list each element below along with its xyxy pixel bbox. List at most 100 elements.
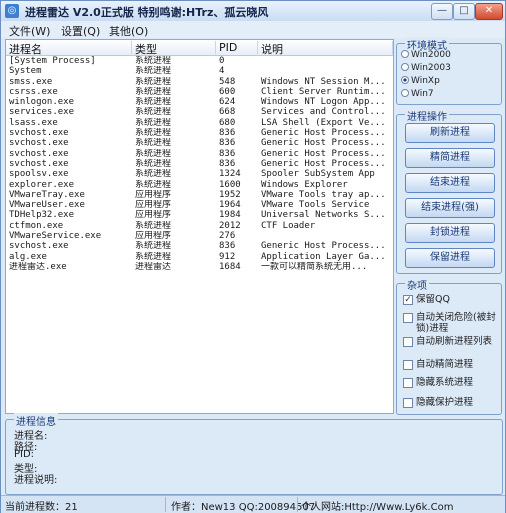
process-info-title: 进程信息	[14, 413, 58, 428]
cell-pid: 912	[219, 251, 236, 262]
table-row[interactable]: csrss.exe 系统进程 600 Client Server Runtim...	[6, 87, 393, 97]
cell-pid: 1684	[219, 261, 241, 272]
env-option-win2003[interactable]: Win2003	[401, 63, 451, 73]
column-header-name[interactable]: 进程名	[6, 41, 132, 56]
cell-type: 系统进程	[135, 138, 172, 149]
table-row[interactable]: TDHelp32.exe 应用程序 1984 Universal Networks S…	[6, 210, 393, 220]
cell-pid: 836	[219, 138, 236, 149]
table-row[interactable]: VMwareUser.exe 应用程序 1964 VMware Tools Servi…	[6, 200, 393, 210]
cell-pid: 548	[219, 76, 236, 87]
checkbox-label: 保留QQ	[416, 294, 450, 305]
column-header-type[interactable]: 类型	[132, 41, 216, 56]
cell-type: 系统进程	[135, 56, 172, 66]
process-info-group: 进程信息 进程名: 路径: PID: 类型: 进程说明:	[5, 413, 503, 495]
cell-type: 系统进程	[135, 220, 172, 231]
cell-description: Generic Host Process...	[261, 158, 386, 169]
cell-type: 应用程序	[135, 189, 172, 200]
table-row[interactable]: VMwareTray.exe 应用程序 1952 VMware Tools tray …	[6, 190, 393, 200]
cell-description: Services and Control...	[261, 107, 386, 118]
maximize-button[interactable]: □	[453, 3, 475, 20]
misc-group-title: 杂项	[405, 277, 429, 292]
cell-type: 系统进程	[135, 107, 172, 118]
checkbox-icon	[403, 398, 413, 408]
end-process-button[interactable]: 结束进程	[405, 173, 495, 193]
cell-pid: 680	[219, 117, 236, 128]
cell-pid: 1964	[219, 200, 241, 211]
block-process-button[interactable]: 封锁进程	[405, 223, 495, 243]
cell-pid: 836	[219, 241, 236, 252]
info-description-label: 进程说明:	[14, 475, 58, 486]
env-option-winxp[interactable]: WinXp	[401, 76, 440, 86]
cell-pid: 600	[219, 86, 236, 97]
cell-type: 系统进程	[135, 179, 172, 190]
table-row[interactable]: svchost.exe 系统进程 836 Generic Host Process..…	[6, 149, 393, 159]
process-list[interactable]: 进程名 类型 PID 说明 [System Process] 系统进程 0 Syste…	[5, 39, 394, 414]
operations-group: 进程操作 刷新进程 精简进程 结束进程 结束进程(强) 封锁进程 保留进程	[396, 108, 502, 274]
minimize-button[interactable]: —	[431, 3, 453, 20]
menu-file[interactable]: 文件(W)	[9, 23, 50, 39]
process-list-header: 进程名 类型 PID 说明	[6, 40, 393, 56]
cell-type: 进程雷达	[135, 261, 172, 272]
cell-process-name: svchost.exe	[9, 128, 69, 139]
table-row[interactable]: smss.exe 系统进程 548 Windows NT Session M...	[6, 77, 393, 87]
table-row[interactable]: explorer.exe 系统进程 1600 Windows Explorer	[6, 180, 393, 190]
cell-pid: 668	[219, 107, 236, 118]
radio-icon	[401, 89, 409, 97]
env-option-win2000[interactable]: Win2000	[401, 50, 451, 60]
cell-process-name: csrss.exe	[9, 86, 58, 97]
cell-description: LSA Shell (Export Ve...	[261, 117, 386, 128]
table-row[interactable]: svchost.exe 系统进程 836 Generic Host Process..…	[6, 138, 393, 148]
cell-process-name: ctfmon.exe	[9, 220, 64, 231]
close-button[interactable]: ✕	[475, 3, 503, 20]
simplify-process-button[interactable]: 精简进程	[405, 148, 495, 168]
table-row[interactable]: VMwareService.exe 应用程序 276	[6, 231, 393, 241]
cell-process-name: explorer.exe	[9, 179, 75, 190]
status-divider	[165, 497, 166, 512]
table-row[interactable]: winlogon.exe 系统进程 624 Windows NT Logon App.…	[6, 97, 393, 107]
refresh-process-button[interactable]: 刷新进程	[405, 123, 495, 143]
cell-pid: 1324	[219, 169, 241, 180]
cell-description: VMware Tools tray ap...	[261, 189, 386, 200]
checkbox-icon	[403, 313, 413, 323]
force-end-process-button[interactable]: 结束进程(强)	[405, 198, 495, 218]
env-option-label: WinXp	[411, 76, 440, 86]
cell-description: Spooler SubSystem App	[261, 169, 375, 180]
keep-process-button[interactable]: 保留进程	[405, 248, 495, 268]
table-row[interactable]: svchost.exe 系统进程 836 Generic Host Process..…	[6, 128, 393, 138]
table-row[interactable]: ctfmon.exe 系统进程 2012 CTF Loader	[6, 221, 393, 231]
column-header-pid[interactable]: PID	[216, 41, 258, 54]
menu-other[interactable]: 其他(O)	[109, 23, 148, 39]
checkbox-label: 自动关闭危险(被封锁)进程	[416, 312, 496, 334]
checkbox-label: 隐藏保护进程	[416, 397, 474, 408]
table-row[interactable]: svchost.exe 系统进程 836 Generic Host Process..…	[6, 159, 393, 169]
operations-group-title: 进程操作	[405, 108, 449, 123]
table-row[interactable]: svchost.exe 系统进程 836 Generic Host Process..…	[6, 241, 393, 251]
cell-process-name: [System Process]	[9, 56, 96, 66]
title-bar[interactable]: ◎ 进程雷达 V2.0正式版 特别鸣谢:HTrz、孤云晓风 — □ ✕	[1, 1, 505, 22]
cell-process-name: winlogon.exe	[9, 97, 75, 108]
cell-pid: 1952	[219, 189, 241, 200]
cell-process-name: alg.exe	[9, 251, 47, 262]
table-row[interactable]: spoolsv.exe 系统进程 1324 Spooler SubSystem App	[6, 169, 393, 179]
table-row[interactable]: alg.exe 系统进程 912 Application Layer Ga...	[6, 252, 393, 262]
checkbox-label: 自动精简进程	[416, 359, 474, 370]
cell-type: 系统进程	[135, 76, 172, 87]
column-header-description[interactable]: 说明	[258, 41, 393, 56]
table-row[interactable]: System 系统进程 4	[6, 66, 393, 76]
info-pid-label: PID:	[14, 449, 35, 460]
checkbox-icon	[403, 337, 413, 347]
website-link[interactable]: 个人网站:Http://Www.Ly6k.Com	[301, 498, 453, 513]
cell-process-name: System	[9, 66, 42, 77]
checkbox-icon	[403, 360, 413, 370]
cell-process-name: svchost.exe	[9, 241, 69, 252]
table-row[interactable]: services.exe 系统进程 668 Services and Control.…	[6, 107, 393, 117]
table-row[interactable]: lsass.exe 系统进程 680 LSA Shell (Export Ve...	[6, 118, 393, 128]
table-row[interactable]: 进程雷达.exe 进程雷达 1684 一款可以精简系统无用...	[6, 262, 393, 272]
cell-pid: 836	[219, 158, 236, 169]
cell-description: Universal Networks S...	[261, 210, 386, 221]
table-row[interactable]: [System Process] 系统进程 0	[6, 56, 393, 66]
env-option-win7[interactable]: Win7	[401, 89, 434, 99]
cell-process-name: svchost.exe	[9, 148, 69, 159]
cell-pid: 2012	[219, 220, 241, 231]
menu-settings[interactable]: 设置(Q)	[61, 23, 100, 39]
